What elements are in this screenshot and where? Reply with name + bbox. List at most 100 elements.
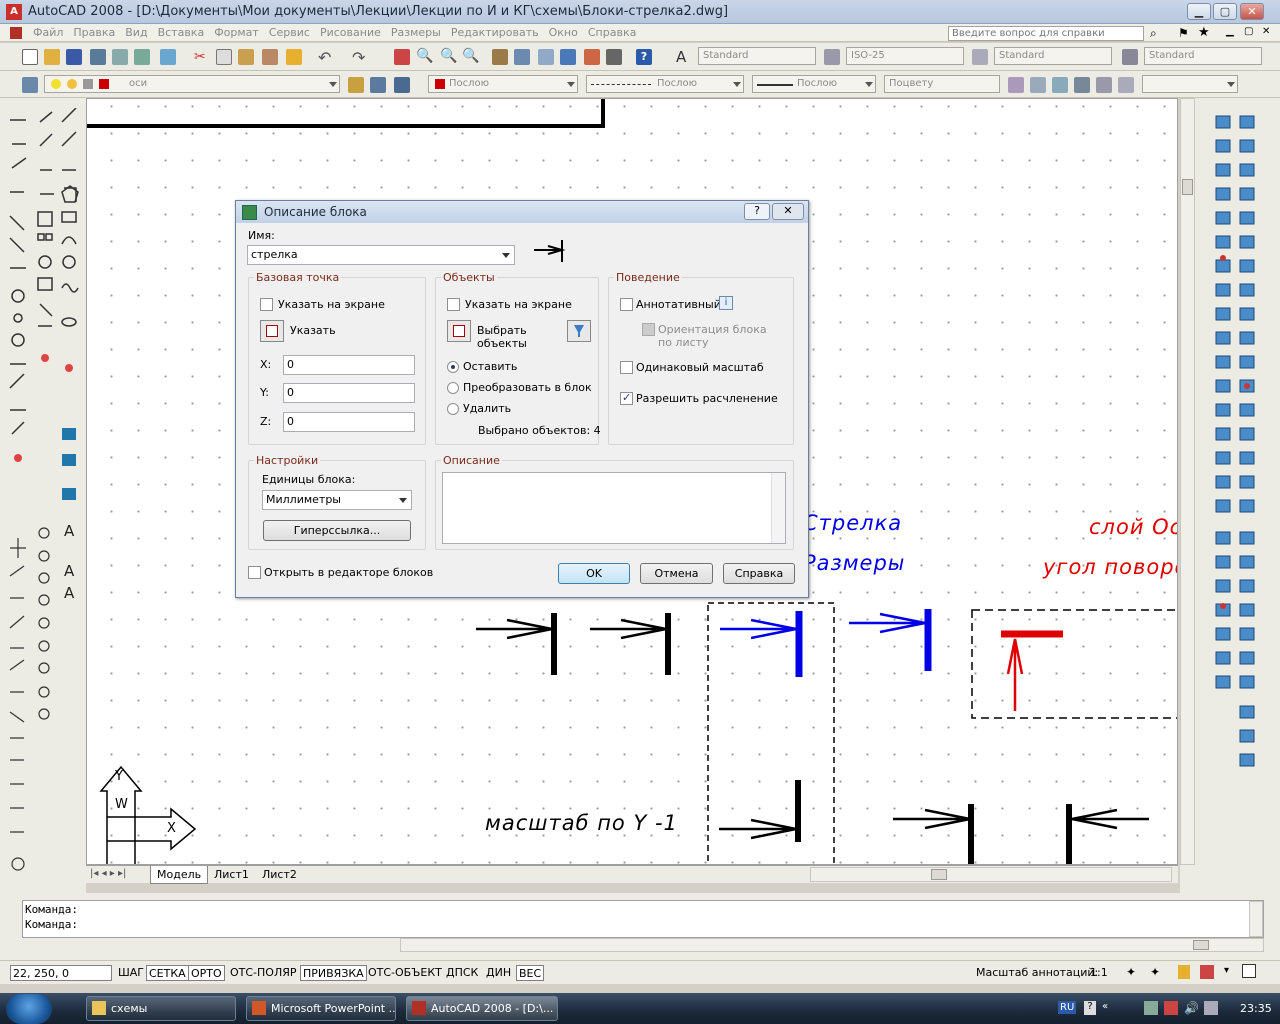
- paste-icon[interactable]: [238, 49, 254, 65]
- taskbar-item-autocad[interactable]: AutoCAD 2008 - [D:\...: [406, 996, 558, 1021]
- vertical-scrollbar[interactable]: [1180, 98, 1195, 865]
- workspace-icon-2[interactable]: [1030, 77, 1046, 93]
- base-x-input[interactable]: 0: [283, 355, 415, 375]
- text-style-icon[interactable]: A: [676, 48, 692, 66]
- doc-close-button[interactable]: ✕: [1262, 26, 1270, 37]
- trusted-icon[interactable]: [1200, 965, 1214, 979]
- calculator-icon[interactable]: [606, 49, 622, 65]
- cut-icon[interactable]: ✂: [194, 49, 210, 65]
- help-tray-icon[interactable]: ?: [1084, 1001, 1096, 1015]
- objects-specify-on-screen-checkbox[interactable]: [447, 298, 460, 311]
- save-icon[interactable]: [66, 49, 82, 65]
- mleader-style-select[interactable]: Standard: [1144, 47, 1262, 65]
- retain-radio[interactable]: [447, 361, 459, 373]
- menu-edit[interactable]: Правка: [68, 24, 120, 41]
- osnap-toggle[interactable]: ПРИВЯЗКА: [300, 965, 367, 981]
- horizontal-scroll-thumb[interactable]: [931, 869, 947, 880]
- menu-insert[interactable]: Вставка: [153, 24, 210, 41]
- maximize-button[interactable]: ▢: [1213, 3, 1237, 20]
- command-hscrollbar[interactable]: [400, 938, 1264, 952]
- favorites-star-icon[interactable]: ★: [1198, 25, 1210, 40]
- clean-screen-icon[interactable]: [1242, 964, 1256, 978]
- draw-modify-toolbar-icons[interactable]: A A A: [0, 108, 86, 888]
- menu-dimension[interactable]: Размеры: [386, 24, 446, 41]
- network-icon[interactable]: [1144, 1001, 1158, 1015]
- 3d-dwf-icon[interactable]: [160, 49, 176, 65]
- 3d-toolbar-icons[interactable]: [1198, 106, 1278, 786]
- command-scrollbar[interactable]: [1249, 901, 1263, 937]
- auto-scale-icon[interactable]: ✦: [1150, 965, 1160, 979]
- minimize-button[interactable]: ▁: [1187, 3, 1211, 20]
- menu-window[interactable]: Окно: [544, 24, 583, 41]
- tab-layout2[interactable]: Лист2: [256, 866, 303, 884]
- command-hscroll-thumb[interactable]: [1193, 940, 1209, 950]
- security-icon[interactable]: [1164, 1001, 1178, 1015]
- zoom-window-icon[interactable]: 🔍: [440, 48, 457, 64]
- search-icon[interactable]: ⌕: [1150, 26, 1157, 41]
- select-objects-button[interactable]: [447, 320, 471, 342]
- doc-minimize-button[interactable]: ▁: [1226, 26, 1234, 37]
- workspace-select[interactable]: [1142, 75, 1238, 93]
- allow-exploding-checkbox[interactable]: [620, 391, 633, 405]
- help-search-input[interactable]: Введите вопрос для справки: [948, 26, 1144, 41]
- start-button[interactable]: [6, 994, 52, 1024]
- table-style-icon[interactable]: [972, 49, 988, 65]
- uniform-scale-checkbox[interactable]: [620, 361, 633, 374]
- hyperlink-button[interactable]: Гиперссылка...: [263, 520, 411, 541]
- base-specify-on-screen-checkbox[interactable]: [260, 298, 273, 311]
- tab-model[interactable]: Модель: [150, 866, 209, 884]
- ok-button[interactable]: OK: [558, 563, 630, 584]
- undo-icon[interactable]: ↶: [318, 48, 334, 67]
- volume-icon[interactable]: 🔊: [1184, 1001, 1199, 1015]
- publish-icon[interactable]: [134, 49, 150, 65]
- status-menu-chevron-icon[interactable]: ▾: [1224, 965, 1229, 976]
- dim-style-select[interactable]: ISO-25: [846, 47, 964, 65]
- sheet-set-icon[interactable]: [560, 49, 576, 65]
- snap-toggle[interactable]: ШАГ: [116, 965, 146, 981]
- preview-icon[interactable]: [112, 49, 128, 65]
- tab-nav-arrows[interactable]: |◂ ◂ ▸ ▸|: [90, 868, 126, 879]
- command-window[interactable]: Команда: Команда:: [22, 900, 1264, 938]
- make-current-icon[interactable]: [348, 77, 364, 93]
- menu-modify[interactable]: Редактировать: [446, 24, 544, 41]
- menu-tools[interactable]: Сервис: [264, 24, 315, 41]
- doc-restore-button[interactable]: ▢: [1244, 26, 1253, 37]
- lock-icon[interactable]: [1178, 965, 1190, 979]
- block-name-combo[interactable]: стрелка: [247, 245, 515, 265]
- taskbar-item-powerpoint[interactable]: Microsoft PowerPoint ...: [246, 996, 396, 1021]
- command-prompt-line[interactable]: Команда:: [25, 918, 78, 931]
- convert-to-block-radio[interactable]: [447, 382, 459, 394]
- open-in-block-editor-checkbox[interactable]: [248, 566, 261, 579]
- tool-palettes-icon[interactable]: [538, 49, 554, 65]
- tray-chevron-icon[interactable]: «: [1102, 1001, 1108, 1012]
- annotation-visibility-icon[interactable]: ✦: [1126, 965, 1136, 979]
- menu-draw[interactable]: Рисование: [315, 24, 386, 41]
- vertical-scroll-thumb[interactable]: [1182, 179, 1193, 195]
- workspace-icon-5[interactable]: [1096, 77, 1112, 93]
- dyn-toggle[interactable]: ДИН: [484, 965, 513, 981]
- open-icon[interactable]: [44, 49, 60, 65]
- base-y-input[interactable]: 0: [283, 383, 415, 403]
- horizontal-scrollbar[interactable]: [810, 867, 1172, 882]
- menu-help[interactable]: Справка: [583, 24, 641, 41]
- lwt-toggle[interactable]: ВЕС: [516, 965, 545, 981]
- communication-icon[interactable]: ⚑: [1178, 26, 1189, 40]
- title-bar[interactable]: A AutoCAD 2008 - [D:\Документы\Мои докум…: [0, 0, 1280, 24]
- power-icon[interactable]: [1204, 1001, 1218, 1015]
- grid-toggle[interactable]: СЕТКА: [146, 965, 189, 981]
- color-select[interactable]: Послою: [428, 75, 578, 93]
- ortho-toggle[interactable]: ОРТО: [188, 965, 225, 981]
- workspace-icon-3[interactable]: [1052, 77, 1068, 93]
- properties-icon[interactable]: [492, 49, 508, 65]
- menu-file[interactable]: Файл: [28, 24, 68, 41]
- block-units-select[interactable]: Миллиметры: [262, 490, 412, 510]
- coordinates-display[interactable]: 22, 250, 0: [10, 965, 112, 981]
- redo-icon[interactable]: ↷: [352, 48, 368, 67]
- description-scrollbar[interactable]: [771, 473, 785, 543]
- doc-icon[interactable]: [10, 27, 22, 39]
- otrack-toggle[interactable]: ОТС-ОБЪЕКТ: [366, 965, 444, 981]
- delete-radio[interactable]: [447, 403, 459, 415]
- plot-icon[interactable]: [90, 49, 106, 65]
- layer-previous-icon[interactable]: [370, 77, 386, 93]
- annotative-checkbox[interactable]: [620, 298, 633, 311]
